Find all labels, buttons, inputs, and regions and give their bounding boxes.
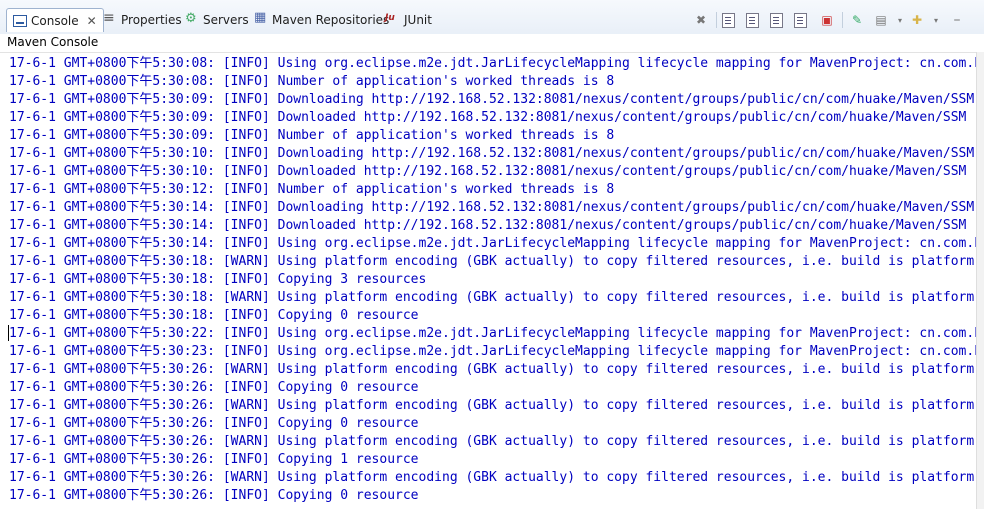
console-toolbar: ✖ ▣ ✎ ▤ ▾ ✚ ▾ – bbox=[692, 9, 972, 31]
console-line: 17-6-1 GMT+0800下午5:30:14: [INFO] Downloa… bbox=[9, 218, 967, 233]
minimize-icon[interactable]: – bbox=[948, 11, 966, 29]
scroll-lock-icon[interactable] bbox=[746, 12, 759, 28]
console-line: 17-6-1 GMT+0800下午5:30:22: [INFO] Using o… bbox=[9, 326, 976, 341]
display-console-icon[interactable]: ▤ bbox=[872, 11, 890, 29]
console-line: 17-6-1 GMT+0800下午5:30:08: [INFO] Number … bbox=[9, 74, 615, 89]
console-line: 17-6-1 GMT+0800下午5:30:14: [INFO] Downloa… bbox=[9, 200, 975, 215]
console-line: 17-6-1 GMT+0800下午5:30:26: [INFO] Copying… bbox=[9, 380, 419, 395]
console-line: 17-6-1 GMT+0800下午5:30:10: [INFO] Downloa… bbox=[9, 146, 975, 161]
tab-label: Properties bbox=[121, 13, 182, 27]
tab-maven-repositories[interactable]: Maven Repositories bbox=[254, 9, 389, 31]
console-output[interactable]: 17-6-1 GMT+0800下午5:30:08: [INFO] Using o… bbox=[0, 52, 976, 509]
console-line: 17-6-1 GMT+0800下午5:30:08: [INFO] Using o… bbox=[9, 56, 976, 71]
console-line: 17-6-1 GMT+0800下午5:30:09: [INFO] Downloa… bbox=[9, 92, 975, 107]
console-line: 17-6-1 GMT+0800下午5:30:26: [INFO] Copying… bbox=[9, 416, 419, 431]
clear-console-icon[interactable] bbox=[722, 12, 735, 28]
console-line: 17-6-1 GMT+0800下午5:30:26: [WARN] Using p… bbox=[9, 398, 975, 413]
console-line: 17-6-1 GMT+0800下午5:30:26: [INFO] Copying… bbox=[9, 452, 419, 467]
show-on-output-icon[interactable] bbox=[794, 12, 807, 28]
console-line: 17-6-1 GMT+0800下午5:30:09: [INFO] Downloa… bbox=[9, 110, 967, 125]
tab-label: Maven Repositories bbox=[272, 13, 390, 27]
tab-label: JUnit bbox=[404, 13, 432, 27]
toolbar-separator bbox=[716, 12, 717, 28]
console-line: 17-6-1 GMT+0800下午5:30:26: [WARN] Using p… bbox=[9, 470, 975, 485]
open-console-icon[interactable]: ✚ bbox=[908, 11, 926, 29]
console-line: 17-6-1 GMT+0800下午5:30:23: [INFO] Using o… bbox=[9, 344, 976, 359]
chevron-down-icon[interactable]: ▾ bbox=[896, 11, 904, 29]
word-wrap-icon[interactable] bbox=[770, 12, 783, 28]
console-icon bbox=[13, 14, 27, 27]
console-line: 17-6-1 GMT+0800下午5:30:26: [INFO] Copying… bbox=[9, 488, 419, 503]
tab-console[interactable]: Console ✕ bbox=[6, 8, 104, 32]
tab-properties[interactable]: Properties bbox=[103, 9, 182, 31]
console-line: 17-6-1 GMT+0800下午5:30:26: [WARN] Using p… bbox=[9, 362, 975, 377]
tab-label: Servers bbox=[203, 13, 249, 27]
text-cursor bbox=[8, 325, 9, 341]
console-line: 17-6-1 GMT+0800下午5:30:18: [WARN] Using p… bbox=[9, 254, 975, 269]
console-line: 17-6-1 GMT+0800下午5:30:14: [INFO] Using o… bbox=[9, 236, 976, 251]
servers-icon bbox=[185, 11, 199, 26]
console-line: 17-6-1 GMT+0800下午5:30:09: [INFO] Number … bbox=[9, 128, 615, 143]
junit-icon bbox=[385, 13, 400, 26]
chevron-down-icon[interactable]: ▾ bbox=[932, 11, 940, 29]
toolbar-separator bbox=[842, 12, 843, 28]
close-icon[interactable]: ✕ bbox=[87, 14, 97, 28]
vertical-scrollbar[interactable] bbox=[976, 52, 984, 509]
console-line: 17-6-1 GMT+0800下午5:30:18: [INFO] Copying… bbox=[9, 272, 427, 287]
console-line: 17-6-1 GMT+0800下午5:30:18: [WARN] Using p… bbox=[9, 290, 975, 305]
tab-label: Console bbox=[31, 13, 79, 28]
console-line: 17-6-1 GMT+0800下午5:30:12: [INFO] Number … bbox=[9, 182, 615, 197]
remove-launch-icon[interactable]: ✖ bbox=[692, 11, 710, 29]
console-title: Maven Console bbox=[0, 34, 984, 52]
console-line: 17-6-1 GMT+0800下午5:30:26: [WARN] Using p… bbox=[9, 434, 975, 449]
tab-servers[interactable]: Servers bbox=[185, 9, 249, 31]
properties-icon bbox=[103, 10, 117, 26]
console-line: 17-6-1 GMT+0800下午5:30:18: [INFO] Copying… bbox=[9, 308, 419, 323]
maven-repositories-icon bbox=[254, 10, 268, 26]
tab-junit[interactable]: JUnit bbox=[385, 9, 432, 31]
terminate-icon[interactable]: ▣ bbox=[818, 11, 836, 29]
console-line: 17-6-1 GMT+0800下午5:30:10: [INFO] Downloa… bbox=[9, 164, 967, 179]
pin-console-icon[interactable]: ✎ bbox=[848, 11, 866, 29]
